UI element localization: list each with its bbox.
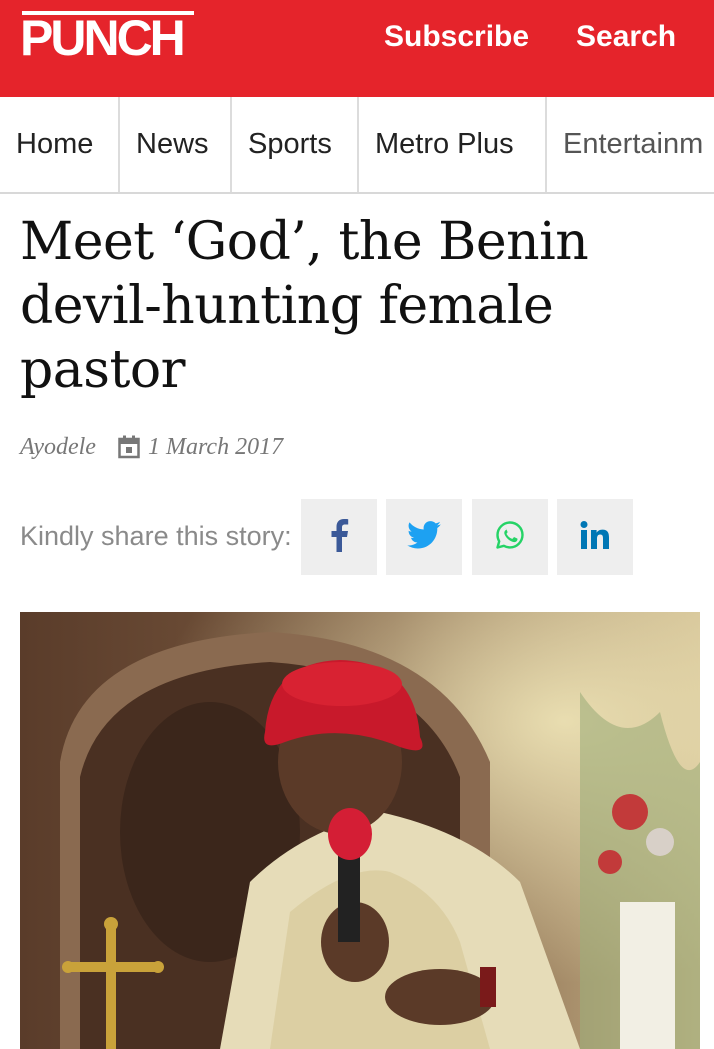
subscribe-link[interactable]: Subscribe [384, 18, 529, 56]
site-header: PUNCH Subscribe Search [0, 0, 714, 97]
share-label: Kindly share this story: [20, 521, 292, 551]
share-linkedin-button[interactable] [557, 499, 633, 575]
share-whatsapp-button[interactable] [472, 499, 548, 575]
article-title: Meet ‘God’, the Benin devil-hunting fema… [20, 212, 589, 400]
main-nav: Home News Sports Metro Plus Entertainm [0, 97, 714, 194]
site-logo[interactable]: PUNCH [20, 8, 186, 68]
nav-item-sports[interactable]: Sports [232, 97, 359, 192]
nav-item-entertainment[interactable]: Entertainm [547, 97, 714, 192]
facebook-icon [328, 518, 350, 557]
whatsapp-icon [495, 520, 525, 555]
article-author[interactable]: Ayodele [20, 434, 96, 461]
linkedin-icon [579, 520, 611, 555]
article-meta: Ayodele 1 March 2017 [20, 430, 283, 464]
nav-item-home[interactable]: Home [0, 97, 120, 192]
article-photo[interactable] [20, 612, 700, 1049]
pastor-photo-illustration [20, 612, 700, 1049]
nav-item-news[interactable]: News [120, 97, 232, 192]
calendar-icon [118, 435, 140, 459]
twitter-icon [407, 520, 441, 554]
article-date: 1 March 2017 [147, 433, 284, 460]
search-link[interactable]: Search [576, 18, 676, 56]
share-facebook-button[interactable] [301, 499, 377, 575]
share-twitter-button[interactable] [386, 499, 462, 575]
nav-item-metro-plus[interactable]: Metro Plus [359, 97, 547, 192]
